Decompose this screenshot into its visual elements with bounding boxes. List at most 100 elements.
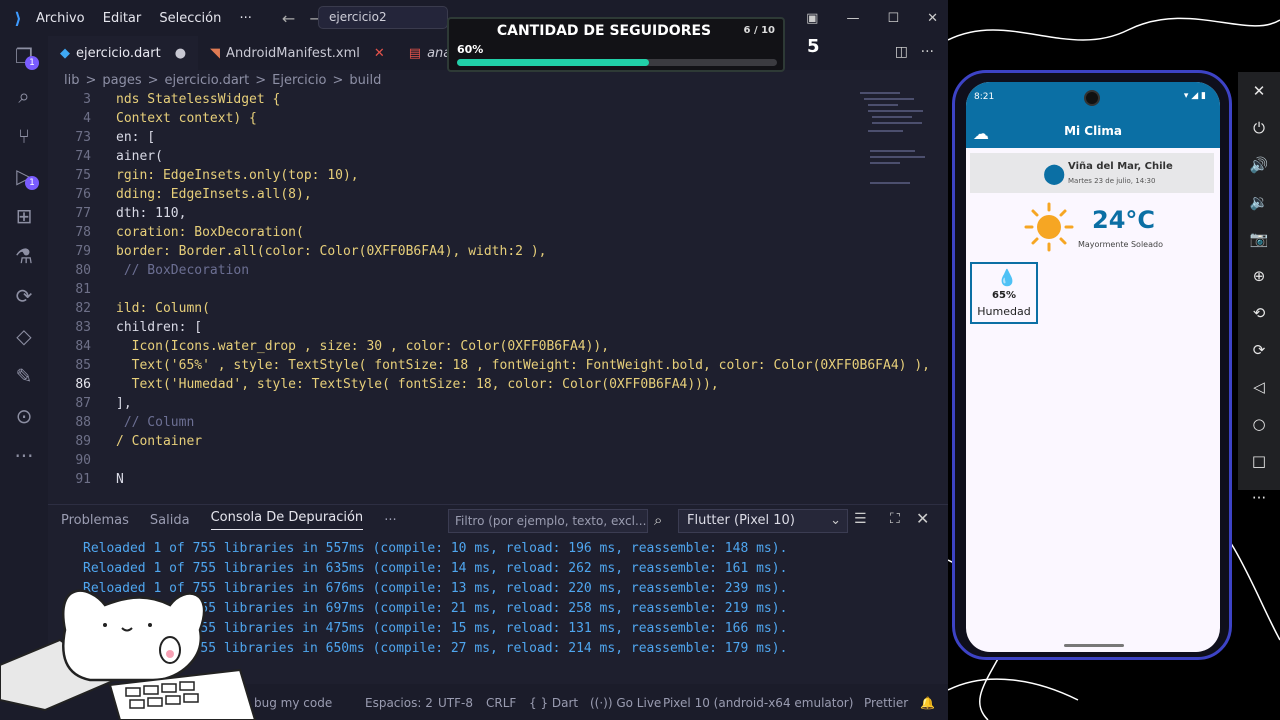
- home-icon[interactable]: ○: [1238, 405, 1280, 442]
- status-spaces[interactable]: Espacios: 2: [365, 696, 433, 710]
- weather-description: Mayormente Soleado: [1078, 240, 1163, 249]
- humidity-value: 65%: [992, 290, 1016, 301]
- back-icon[interactable]: ◁: [1238, 368, 1280, 405]
- code-text: coration: BoxDecoration(: [116, 225, 304, 240]
- more-icon[interactable]: ···: [0, 436, 48, 476]
- overlay-progress-bar: [457, 59, 777, 66]
- status-language[interactable]: { } Dart: [529, 696, 578, 710]
- breadcrumb-item[interactable]: build: [349, 73, 381, 88]
- rotate-left-icon[interactable]: ⟲: [1238, 294, 1280, 331]
- menu-seleccion[interactable]: Selección: [159, 11, 221, 26]
- code-line[interactable]: 88 // Column: [48, 413, 908, 432]
- status-encoding[interactable]: UTF-8: [438, 696, 473, 710]
- chevron-right-icon: >: [85, 72, 97, 88]
- search-icon[interactable]: ⌕: [0, 76, 48, 116]
- maximize-button[interactable]: ☐: [887, 11, 899, 26]
- edit-icon[interactable]: ✎: [0, 356, 48, 396]
- breadcrumb-item[interactable]: lib: [64, 73, 79, 88]
- zoom-icon[interactable]: ⊕: [1238, 257, 1280, 294]
- menu-archivo[interactable]: Archivo: [36, 11, 85, 26]
- code-line[interactable]: 77 dth: 110,: [48, 204, 908, 223]
- rotate-right-icon[interactable]: ⟳: [1238, 331, 1280, 368]
- chevron-right-icon: >: [332, 72, 344, 88]
- explorer-badge: 1: [25, 56, 39, 70]
- volume-down-icon[interactable]: 🔉: [1238, 183, 1280, 220]
- command-center-search[interactable]: ejercicio2: [318, 6, 448, 29]
- code-line[interactable]: 3 nds StatelessWidget {: [48, 90, 908, 109]
- search-icon[interactable]: ⌕: [654, 511, 662, 529]
- power-icon[interactable]: ⏻: [1238, 109, 1280, 146]
- code-line[interactable]: 81: [48, 280, 908, 299]
- split-editor-icon[interactable]: ◫: [895, 44, 908, 60]
- more-actions-icon[interactable]: ···: [921, 44, 934, 60]
- testing-icon[interactable]: ⚗: [0, 236, 48, 276]
- tab-problemas[interactable]: Problemas: [61, 513, 129, 528]
- code-editor[interactable]: 3 nds StatelessWidget {4 Context context) …: [48, 90, 940, 496]
- code-text: // BoxDecoration: [116, 263, 250, 278]
- status-debug[interactable]: bug my code: [254, 696, 332, 710]
- back-arrow-icon[interactable]: ←: [282, 9, 295, 28]
- status-device[interactable]: Pixel 10 (android-x64 emulator): [663, 696, 853, 710]
- code-line[interactable]: 80 // BoxDecoration: [48, 261, 908, 280]
- layout-icon[interactable]: ▣: [806, 11, 818, 26]
- code-line[interactable]: 76 dding: EdgeInsets.all(8),: [48, 185, 908, 204]
- breadcrumb-item[interactable]: ejercicio.dart: [165, 73, 250, 88]
- panel-more[interactable]: ···: [384, 513, 396, 528]
- close-panel-icon[interactable]: ✕: [916, 509, 929, 528]
- close-tab-icon[interactable]: ✕: [374, 46, 385, 61]
- run-debug-icon[interactable]: ▷ 1: [0, 156, 48, 196]
- code-line[interactable]: 83 children: [: [48, 318, 908, 337]
- vscode-window: ⟩ Archivo Editar Selección ··· ← → ejerc…: [0, 0, 948, 720]
- code-line[interactable]: 89 / Container: [48, 432, 908, 451]
- code-line[interactable]: 75 rgin: EdgeInsets.only(top: 10),: [48, 166, 908, 185]
- code-line[interactable]: 84 Icon(Icons.water_drop , size: 30 , co…: [48, 337, 908, 356]
- minimize-button[interactable]: —: [846, 11, 859, 26]
- status-prettier[interactable]: Prettier: [864, 696, 908, 710]
- code-line[interactable]: 73 en: [: [48, 128, 908, 147]
- screenshot-icon[interactable]: 📷: [1238, 220, 1280, 257]
- breadcrumb-item[interactable]: Ejercicio: [272, 73, 326, 88]
- home-indicator[interactable]: [1064, 644, 1124, 647]
- code-line[interactable]: 86 Text('Humedad', style: TextStyle( fon…: [48, 375, 908, 394]
- remote-icon[interactable]: ⟳: [0, 276, 48, 316]
- unsaved-dot-icon[interactable]: ●: [175, 46, 186, 61]
- clear-console-icon[interactable]: ☰: [854, 511, 867, 527]
- overview-icon[interactable]: □: [1238, 442, 1280, 479]
- explorer-icon[interactable]: ❐ 1: [0, 36, 48, 76]
- menu-more[interactable]: ···: [240, 11, 252, 26]
- code-line[interactable]: 82 ild: Column(: [48, 299, 908, 318]
- volume-up-icon[interactable]: 🔊: [1238, 146, 1280, 183]
- line-number: 73: [75, 130, 91, 145]
- tab-consola-depuracion[interactable]: Consola De Depuración: [210, 510, 364, 530]
- code-line[interactable]: 87],: [48, 394, 908, 413]
- tab-androidmanifest[interactable]: ◥ AndroidManifest.xml ✕: [198, 36, 397, 70]
- menu-bar: Archivo Editar Selección ···: [36, 11, 266, 26]
- close-window-button[interactable]: ✕: [927, 11, 938, 26]
- device-select[interactable]: Flutter (Pixel 10) ⌄: [678, 509, 848, 533]
- extensions-icon[interactable]: ⊞: [0, 196, 48, 236]
- code-line[interactable]: 4 Context context) {: [48, 109, 908, 128]
- more-options-icon[interactable]: ···: [1238, 479, 1280, 516]
- tab-ejercicio-dart[interactable]: ◆ ejercicio.dart ●: [48, 36, 199, 70]
- source-control-icon[interactable]: ⑂: [0, 116, 48, 156]
- menu-editar[interactable]: Editar: [103, 11, 142, 26]
- close-emulator-icon[interactable]: ✕: [1238, 72, 1280, 109]
- code-line[interactable]: 91 N: [48, 470, 908, 489]
- inspect-icon[interactable]: ⊙: [0, 396, 48, 436]
- notification-bell-icon[interactable]: 🔔: [920, 696, 935, 710]
- flutter-icon[interactable]: ◇: [0, 316, 48, 356]
- code-line[interactable]: 74 ainer(: [48, 147, 908, 166]
- code-line[interactable]: 90: [48, 451, 908, 470]
- tab-salida[interactable]: Salida: [150, 513, 190, 528]
- chevron-right-icon: >: [147, 72, 159, 88]
- code-line[interactable]: 78 coration: BoxDecoration(: [48, 223, 908, 242]
- code-line[interactable]: 79 border: Border.all(color: Color(0XFF0B…: [48, 242, 908, 261]
- maximize-panel-icon[interactable]: ⛶: [890, 511, 900, 527]
- pdf-icon: ▤: [408, 45, 422, 61]
- breadcrumb-item[interactable]: pages: [102, 73, 141, 88]
- minimap[interactable]: [858, 90, 928, 230]
- console-filter-input[interactable]: Filtro (por ejemplo, texto, excl...: [448, 509, 648, 533]
- status-golive[interactable]: ((·)) Go Live: [590, 696, 661, 710]
- code-line[interactable]: 85 Text('65%' , style: TextStyle( fontSi…: [48, 356, 930, 375]
- status-eol[interactable]: CRLF: [486, 696, 516, 710]
